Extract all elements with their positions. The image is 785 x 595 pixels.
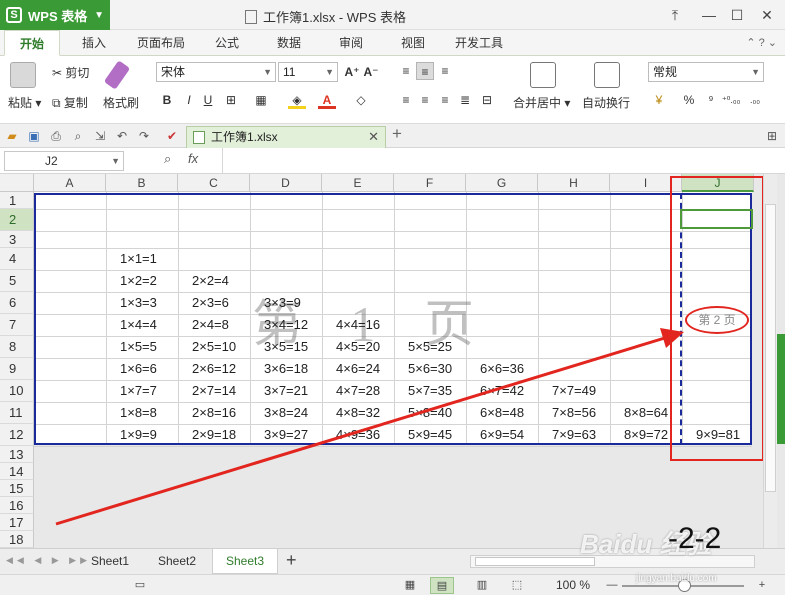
cut-button[interactable]: ✂ 剪切 [52,64,89,81]
spreadsheet-file-icon [193,131,205,144]
new-tab-button[interactable]: + [392,124,402,144]
scroll-thumb[interactable] [475,557,595,566]
paste-icon[interactable] [10,62,36,88]
document-icon [245,10,257,24]
reading-view-icon[interactable]: ▥ [470,577,494,594]
wps-logo-icon: S [6,7,22,23]
border-icon[interactable]: ⊞ [222,91,240,109]
full-screen-icon[interactable]: ⬚ [505,577,529,594]
justify-icon[interactable]: ≣ [456,91,474,109]
tab-review[interactable]: 审阅 [324,30,378,56]
fill-color-icon[interactable]: ◈ [288,91,306,109]
font-size-select[interactable]: 11 ▼ [278,62,338,82]
minimize-icon[interactable]: — [696,4,722,26]
maximize-icon[interactable]: ☐ [724,4,750,26]
ribbon-collapse-icon[interactable]: ⌃ ? ⌄ [746,36,777,49]
ribbon-tabs: 开始 插入 页面布局 公式 数据 审阅 视图 开发工具 ⌃ ? ⌄ [0,30,785,56]
zoom-level[interactable]: 100 % [556,578,590,592]
tab-page-layout[interactable]: 页面布局 [128,30,194,56]
app-name: WPS 表格 [28,8,88,24]
merge-center-button[interactable]: 合并居中 ▾ [513,94,570,111]
zoom-out-icon[interactable]: — [600,577,624,594]
app-menu-button[interactable]: S WPS 表格 ▼ [0,0,110,30]
export-icon[interactable]: ⇲ [92,128,108,144]
formula-input[interactable] [222,148,785,174]
function-icon[interactable]: fx [188,151,198,166]
tab-menu-icon[interactable]: ⊞ [764,128,780,144]
pin-icon[interactable]: ✔ [164,128,180,144]
sheet-tab-sheet1[interactable]: Sheet1 [80,549,140,574]
distribute-icon[interactable]: ⊟ [478,91,496,109]
percent-button[interactable]: % [680,91,698,109]
align-right-icon[interactable]: ≡ [436,91,454,109]
format-painter-button[interactable]: 格式刷 [103,94,139,111]
copy-button[interactable]: ⧉ 复制 [52,94,88,111]
window-title: 工作簿1.xlsx - WPS 表格 [245,7,406,26]
decrease-font-button[interactable]: A⁻ [362,63,380,81]
undo-icon[interactable]: ↶ [114,128,130,144]
document-tab-bar: ▰ ▣ ⎙ ⌕ ⇲ ↶ ↷ ✔ 工作簿1.xlsx ✕ + ⊞ [0,124,785,148]
increase-font-button[interactable]: A⁺ [343,63,361,81]
tab-home[interactable]: 开始 [4,30,60,56]
print-preview-icon[interactable]: ⌕ [70,128,86,144]
add-sheet-button[interactable]: + [286,550,297,571]
tab-data[interactable]: 数据 [262,30,316,56]
close-icon[interactable]: ✕ [754,4,780,26]
number-format-select[interactable]: 常规 ▼ [648,62,764,82]
align-top-icon[interactable]: ≡ [397,62,415,80]
italic-button[interactable]: I [180,91,198,109]
sheet-tab-sheet3[interactable]: Sheet3 [212,549,278,574]
title-bar: S WPS 表格 ▼ 工作簿1.xlsx - WPS 表格 ⤒ — ☐ ✕ [0,0,785,30]
increase-decimal-button[interactable]: ⁺⁰.₀₀ [722,91,740,109]
open-folder-icon[interactable]: ▰ [4,128,20,144]
baidu-url-watermark: jingyan.baidu.com [636,573,717,584]
macro-record-icon[interactable]: ▭ [128,577,152,594]
comma-button[interactable]: ⁹ [702,91,720,109]
formula-bar: J2 ▼ ⌕ fx [0,148,785,174]
print-icon[interactable]: ⎙ [48,128,64,144]
zoom-slider[interactable] [622,579,744,592]
font-color-icon[interactable]: A [318,91,336,109]
align-bottom-icon[interactable]: ≡ [436,62,454,80]
bold-button[interactable]: B [158,91,176,109]
overlay-text: -2-2 [668,522,722,555]
name-box[interactable]: J2 ▼ [4,151,124,171]
zoom-in-icon[interactable]: + [750,577,774,594]
wrap-text-button[interactable]: 自动换行 [582,94,630,111]
sheet-tab-sheet2[interactable]: Sheet2 [146,549,208,574]
wrap-text-icon[interactable] [594,62,620,88]
align-middle-icon[interactable]: ≡ [416,62,434,80]
zoom-search-icon[interactable]: ⌕ [164,151,171,167]
tab-view[interactable]: 视图 [386,30,440,56]
close-icon[interactable]: ✕ [368,127,379,147]
decrease-decimal-button[interactable]: .₀₀ [746,91,764,109]
tab-formulas[interactable]: 公式 [200,30,254,56]
sheet-nav-arrows-icon[interactable]: ◀◀ ◀ ▶ ▶▶ [6,555,91,566]
paste-button[interactable]: 粘贴 ▾ [8,94,41,111]
restore-ribbon-icon[interactable]: ⤒ [662,4,688,26]
document-tab[interactable]: 工作簿1.xlsx ✕ [186,126,386,148]
chevron-down-icon: ▼ [94,10,104,21]
cell-border-icon[interactable]: ▦ [252,91,270,109]
save-icon[interactable]: ▣ [26,128,42,144]
merge-center-icon[interactable] [530,62,556,88]
align-center-icon[interactable]: ≡ [416,91,434,109]
redo-icon[interactable]: ↷ [136,128,152,144]
tab-insert[interactable]: 插入 [66,30,122,56]
ribbon: 粘贴 ▾ ✂ 剪切 ⧉ 复制 格式刷 宋体 ▼ 11 ▼ A⁺ A⁻ B I U ⊞… [0,56,785,124]
normal-view-icon[interactable]: ▦ [398,577,422,594]
format-painter-icon[interactable] [103,60,131,90]
clear-format-icon[interactable]: ◇ [352,91,370,109]
currency-icon[interactable]: ¥ [650,91,668,109]
underline-button[interactable]: U [199,91,217,109]
annotation-arrow-line [55,335,669,526]
annotation-arrow-head [660,328,684,348]
font-name-select[interactable]: 宋体 ▼ [156,62,276,82]
page-break-view-icon[interactable]: ▤ [430,577,454,594]
worksheet[interactable]: A B C D E F G H I J 1 2 3 4 5 6 7 8 9 10 11 12 13 14 15 16 17 18 第 1… [0,174,785,548]
align-left-icon[interactable]: ≡ [397,91,415,109]
annotation-arrow [55,328,684,526]
tab-developer[interactable]: 开发工具 [446,30,512,56]
